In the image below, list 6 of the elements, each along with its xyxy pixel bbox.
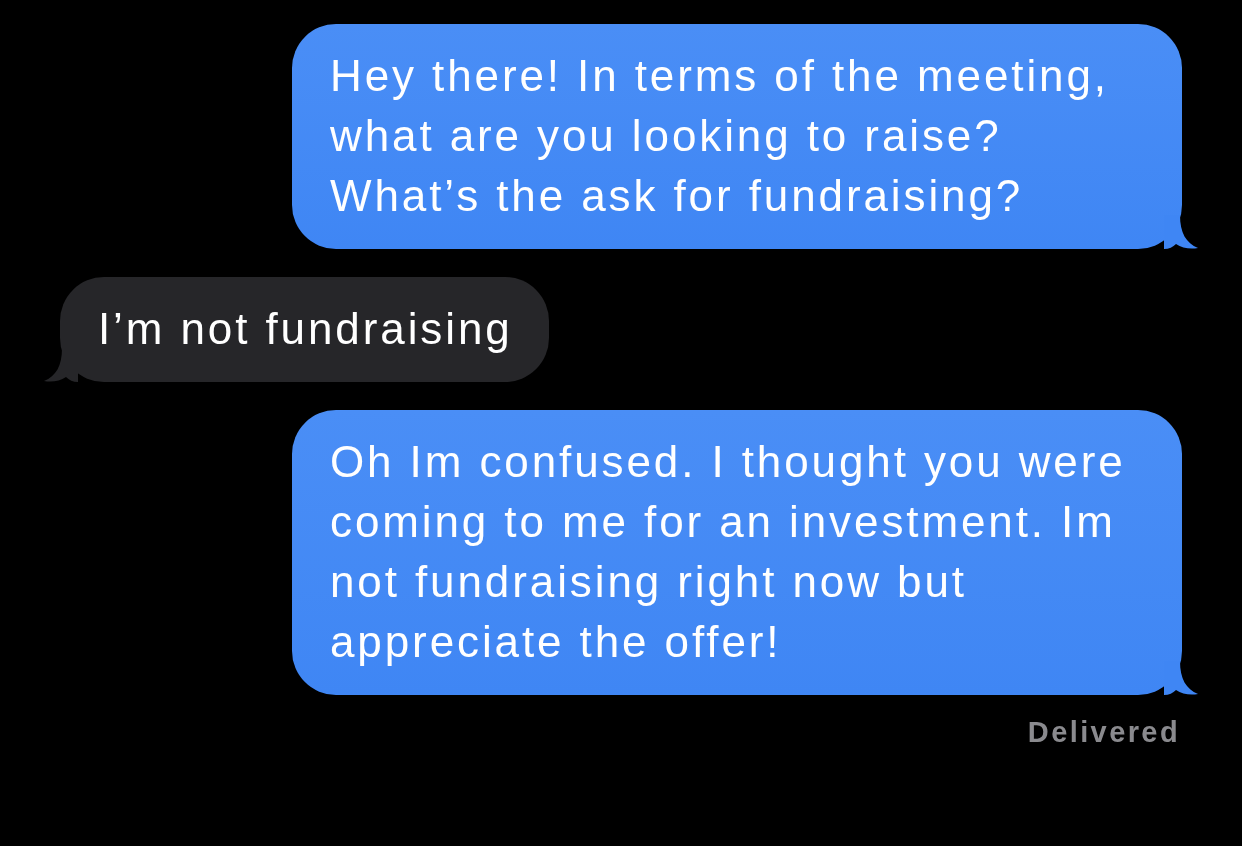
message-text: Oh Im confused. I thought you were coming to me for an investment. Im not fundraising right now but appreciate the offer!	[330, 436, 1127, 668]
bubble-tail-icon	[1164, 215, 1198, 249]
bubble-tail-icon	[1164, 661, 1198, 695]
message-text: Hey there! In terms of the meeting, what are you looking to raise? What’s the ask for fundraising?	[330, 50, 1110, 222]
delivery-status: Delivered	[1027, 715, 1180, 749]
message-text: I’m not fundraising	[98, 303, 513, 355]
